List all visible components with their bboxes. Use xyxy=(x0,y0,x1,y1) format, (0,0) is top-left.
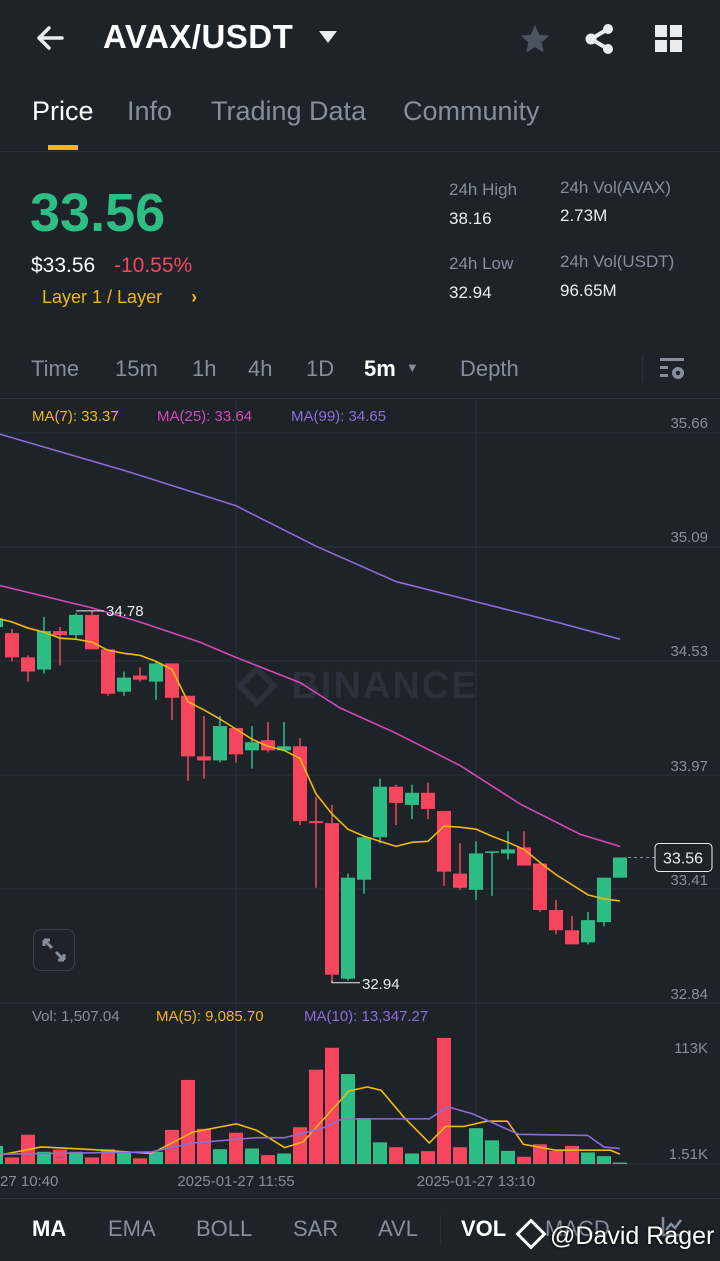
candle-body xyxy=(485,851,499,853)
vol-legend-vol: Vol: 1,507.04 xyxy=(32,1008,120,1025)
candle-body xyxy=(341,877,355,979)
price-axis-label: 34.53 xyxy=(670,643,708,660)
low-marker-line xyxy=(331,980,360,984)
volume-bar xyxy=(53,1149,67,1164)
time-axis-label: 2025-01-27 11:55 xyxy=(177,1173,294,1190)
volume-bar xyxy=(181,1079,195,1164)
candle-body xyxy=(581,920,595,943)
time-axis-label: 27 10:40 xyxy=(0,1173,58,1190)
high-marker-label: 34.78 xyxy=(106,603,144,620)
volume-bar xyxy=(405,1153,419,1164)
volume-bar xyxy=(229,1132,243,1164)
legend-ma99: MA(99): 34.65 xyxy=(291,408,386,425)
vol-legend-ma5: MA(5): 9,085.70 xyxy=(156,1008,264,1025)
candle-body xyxy=(325,823,339,975)
candle-body xyxy=(213,726,227,761)
volume-bar xyxy=(581,1152,595,1164)
candle-body xyxy=(245,742,259,751)
indicator-avl[interactable]: AVL xyxy=(378,1216,418,1242)
volume-bar xyxy=(549,1150,563,1164)
candle-body xyxy=(613,857,627,878)
candle-body xyxy=(101,649,115,694)
candle-body xyxy=(533,863,547,911)
candle-body xyxy=(437,810,451,872)
volume-bar xyxy=(357,1118,371,1164)
volume-bar xyxy=(613,1162,627,1164)
volume-axis-label: 1.51K xyxy=(669,1146,708,1163)
price-axis-label: 33.41 xyxy=(670,872,708,889)
candle-body xyxy=(5,633,19,658)
volume-bar xyxy=(245,1148,259,1164)
watermark-logo-icon xyxy=(235,664,279,708)
candle-body xyxy=(549,910,563,931)
volume-bar xyxy=(117,1151,131,1164)
volume-bar xyxy=(421,1151,435,1164)
legend-ma25: MA(25): 33.64 xyxy=(157,408,252,425)
indicator-ema[interactable]: EMA xyxy=(108,1216,156,1242)
credit-watermark: @David Rager xyxy=(515,1218,715,1251)
volume-bar xyxy=(389,1147,403,1164)
price-axis-label: 35.09 xyxy=(670,529,708,546)
candle-body xyxy=(293,746,307,822)
price-axis-label: 35.66 xyxy=(670,415,708,432)
candle-body xyxy=(501,849,515,854)
expand-icon xyxy=(42,938,66,962)
volume-bar xyxy=(517,1156,531,1164)
candle-body xyxy=(37,631,51,670)
price-axis-label: 33.97 xyxy=(670,758,708,775)
volume-bar xyxy=(133,1158,147,1164)
volume-bar xyxy=(213,1149,227,1164)
candle-body xyxy=(69,614,83,636)
candle-body xyxy=(389,786,403,803)
expand-chart-button[interactable] xyxy=(33,929,75,971)
indicator-divider xyxy=(440,1215,441,1243)
watermark: BINANCE xyxy=(291,665,478,707)
volume-bar xyxy=(309,1069,323,1164)
credit-text: @David Rager xyxy=(550,1222,715,1250)
indicator-ma[interactable]: MA xyxy=(32,1216,66,1242)
volume-bar xyxy=(597,1156,611,1164)
candle-body xyxy=(421,792,435,809)
bottom-divider xyxy=(0,1198,720,1199)
candle-body xyxy=(453,873,467,888)
candle-body xyxy=(53,631,67,636)
candle-body xyxy=(357,837,371,880)
candle-body xyxy=(21,657,35,672)
indicator-sar[interactable]: SAR xyxy=(293,1216,338,1242)
low-marker-label: 32.94 xyxy=(362,976,400,993)
legend-ma7: MA(7): 33.37 xyxy=(32,408,119,425)
volume-bar xyxy=(197,1128,211,1164)
price-axis-label: 32.84 xyxy=(670,986,708,1003)
volume-bar xyxy=(501,1150,515,1164)
candle-body xyxy=(469,853,483,890)
candle-body xyxy=(565,930,579,945)
volume-bar xyxy=(565,1145,579,1164)
candle-body xyxy=(197,756,211,761)
candle-body xyxy=(405,792,419,805)
candle-body xyxy=(117,677,131,692)
volume-bar xyxy=(437,1037,451,1164)
indicator-boll[interactable]: BOLL xyxy=(196,1216,252,1242)
candle-body xyxy=(133,675,147,680)
candle-body xyxy=(373,786,387,838)
time-axis-label: 2025-01-27 13:10 xyxy=(417,1173,535,1190)
volume-bar xyxy=(5,1157,19,1164)
vol-legend-ma10: MA(10): 13,347.27 xyxy=(304,1008,428,1025)
candle-body xyxy=(261,740,275,751)
volume-bar xyxy=(469,1128,483,1164)
volume-bar xyxy=(485,1140,499,1164)
indicator-vol[interactable]: VOL xyxy=(461,1216,506,1242)
candlestick-chart[interactable]: BINANCE 34.78 32.94 33.56 MA(7): 33.37 MA(… xyxy=(0,0,720,1261)
volume-bar xyxy=(277,1153,291,1164)
volume-bar xyxy=(373,1142,387,1164)
volume-bar xyxy=(325,1047,339,1164)
volume-bar xyxy=(85,1157,99,1164)
binance-logo-icon xyxy=(515,1218,547,1250)
volume-axis-label: 113K xyxy=(674,1040,708,1057)
volume-bar xyxy=(453,1147,467,1164)
current-price-label: 33.56 xyxy=(663,850,703,867)
volume-bar xyxy=(261,1155,275,1164)
candle-body xyxy=(149,663,163,682)
candle-body xyxy=(309,821,323,824)
